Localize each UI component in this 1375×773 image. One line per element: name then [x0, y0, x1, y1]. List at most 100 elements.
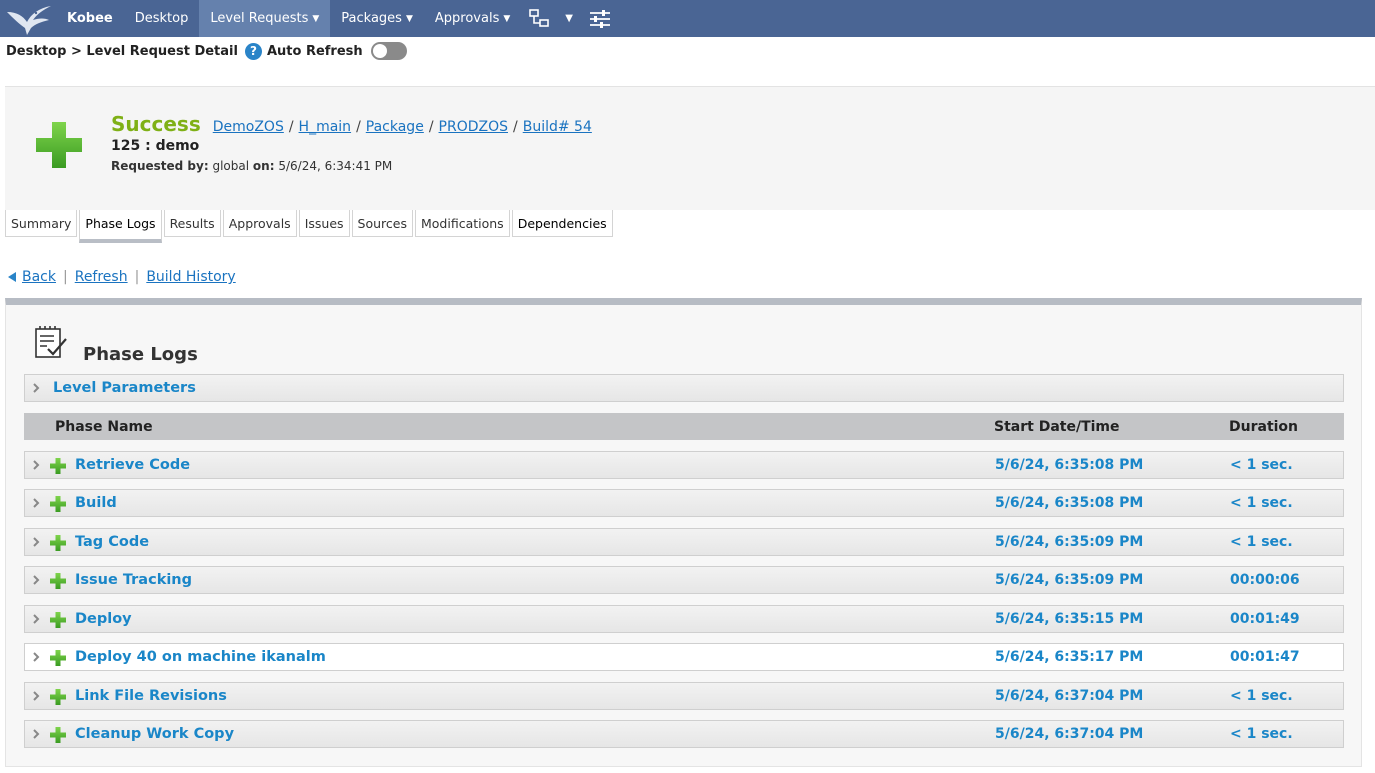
section-title: Phase Logs [83, 344, 198, 365]
phase-name[interactable]: Retrieve Code [75, 457, 190, 473]
phase-row[interactable]: Link File Revisions 5/6/24, 6:37:04 PM < 1… [24, 682, 1344, 710]
link-separator: | [63, 269, 68, 285]
refresh-link[interactable]: Refresh [75, 269, 128, 285]
success-plus-icon [50, 689, 66, 705]
success-plus-icon [36, 122, 82, 168]
tab-summary[interactable]: Summary [5, 210, 78, 237]
success-plus-icon [50, 458, 66, 474]
tab-modifications[interactable]: Modifications [414, 210, 510, 237]
success-plus-icon [50, 727, 66, 743]
chevron-right-icon[interactable] [31, 575, 41, 585]
top-navigation-bar: Kobee Desktop Level Requests ▼ Packages ▼ … [0, 0, 1375, 37]
breadcrumb: Desktop > Level Request Detail ? Auto Re… [6, 41, 407, 61]
phase-row[interactable]: Tag Code 5/6/24, 6:35:09 PM < 1 sec. [24, 528, 1344, 556]
phase-name[interactable]: Deploy [75, 611, 132, 627]
help-icon[interactable]: ? [244, 42, 262, 60]
auto-refresh-toggle[interactable] [370, 42, 407, 60]
auto-refresh-label: Auto Refresh [266, 43, 363, 59]
path-separator: / [288, 119, 294, 135]
phase-start: 5/6/24, 6:37:04 PM [995, 688, 1144, 704]
tab-dependencies[interactable]: Dependencies [511, 210, 613, 237]
phase-name[interactable]: Cleanup Work Copy [75, 726, 234, 742]
phase-name[interactable]: Build [75, 495, 117, 511]
phase-duration: 00:01:47 [1230, 649, 1300, 665]
success-plus-icon [50, 496, 66, 512]
caret-down-icon: ▼ [405, 13, 413, 24]
request-path: DemoZOS / H_main / Package / PRODZOS / Build# 54 [213, 116, 592, 135]
nav-item-desktop[interactable]: Desktop [124, 0, 200, 37]
breadcrumb-text[interactable]: Desktop > Level Request Detail [6, 44, 238, 59]
level-parameters-row[interactable]: Level Parameters [24, 374, 1344, 402]
nav-item-label: Level Requests [210, 11, 309, 26]
caret-down-icon: ▼ [503, 13, 511, 24]
chevron-right-icon[interactable] [31, 614, 41, 624]
phase-start: 5/6/24, 6:35:09 PM [995, 534, 1144, 550]
phase-row[interactable]: Issue Tracking 5/6/24, 6:35:09 PM 00:00:06 [24, 566, 1344, 594]
phase-duration: 00:00:06 [1230, 572, 1300, 588]
column-header-start: Start Date/Time [994, 418, 1120, 435]
nav-brand-kobee[interactable]: Kobee [58, 0, 124, 37]
kobee-bird-logo-icon[interactable] [0, 0, 58, 37]
chevron-right-icon[interactable] [31, 729, 41, 739]
phase-name[interactable]: Link File Revisions [75, 688, 227, 704]
chevron-right-icon[interactable] [31, 460, 41, 470]
nav-item-level-requests[interactable]: Level Requests ▼ [199, 0, 331, 37]
path-link-build[interactable]: Build# 54 [523, 119, 592, 135]
chevron-right-icon[interactable] [31, 691, 41, 701]
success-plus-icon [50, 650, 66, 666]
phase-logs-panel: Phase Logs Level Parameters Phase Name S… [5, 298, 1362, 767]
dropdown-caret-icon[interactable]: ▼ [557, 0, 581, 37]
success-plus-icon [50, 573, 66, 589]
back-arrow-icon[interactable] [8, 272, 16, 282]
requested-on-label: on: [252, 159, 275, 173]
path-link-project[interactable]: DemoZOS [213, 119, 284, 135]
path-link-stream[interactable]: H_main [299, 119, 352, 135]
chevron-right-icon[interactable] [31, 652, 41, 662]
back-link[interactable]: Back [22, 269, 56, 285]
phase-row[interactable]: Cleanup Work Copy 5/6/24, 6:37:04 PM < 1 s… [24, 720, 1344, 748]
build-history-link[interactable]: Build History [146, 269, 235, 285]
level-parameters-label: Level Parameters [53, 380, 196, 396]
path-link-level[interactable]: PRODZOS [439, 119, 508, 135]
hierarchy-icon[interactable] [521, 0, 557, 37]
path-separator: / [356, 119, 361, 135]
sliders-icon[interactable] [581, 0, 619, 37]
phase-duration: 00:01:49 [1230, 611, 1300, 627]
column-header-duration: Duration [1229, 418, 1299, 435]
chevron-right-icon [33, 383, 40, 393]
tab-issues[interactable]: Issues [298, 210, 350, 237]
nav-item-approvals[interactable]: Approvals ▼ [424, 0, 521, 37]
phase-name[interactable]: Tag Code [75, 534, 149, 550]
phase-start: 5/6/24, 6:35:09 PM [995, 572, 1144, 588]
tab-results[interactable]: Results [163, 210, 221, 237]
nav-item-label: Approvals [434, 11, 500, 26]
path-link-package[interactable]: Package [366, 119, 424, 135]
link-separator: | [134, 269, 140, 285]
phase-row[interactable]: Build 5/6/24, 6:35:08 PM < 1 sec. [24, 489, 1344, 517]
phase-start: 5/6/24, 6:35:08 PM [995, 457, 1144, 473]
phase-start: 5/6/24, 6:37:04 PM [995, 726, 1144, 742]
tab-sources[interactable]: Sources [351, 210, 413, 237]
phase-name[interactable]: Deploy 40 on machine ikanalm [75, 649, 326, 665]
tab-phase-logs[interactable]: Phase Logs [79, 210, 162, 243]
nav-item-packages[interactable]: Packages ▼ [330, 0, 424, 37]
phase-table-header: Phase Name Start Date/Time Duration [24, 413, 1344, 440]
phase-row[interactable]: Retrieve Code 5/6/24, 6:35:08 PM < 1 sec. [24, 451, 1344, 479]
tab-approvals[interactable]: Approvals [222, 210, 297, 237]
phase-name[interactable]: Issue Tracking [75, 572, 192, 588]
phase-start: 5/6/24, 6:35:08 PM [995, 495, 1144, 511]
success-plus-icon [50, 612, 66, 628]
detail-tabs: Summary Phase Logs Results Approvals Iss… [5, 210, 615, 243]
phase-row[interactable]: Deploy 40 on machine ikanalm 5/6/24, 6:35… [24, 643, 1344, 671]
request-name: 125 : demo [111, 138, 200, 154]
chevron-right-icon[interactable] [31, 498, 41, 508]
phase-start: 5/6/24, 6:35:17 PM [995, 649, 1144, 665]
phase-duration: < 1 sec. [1230, 534, 1293, 550]
nav-item-label: Desktop [134, 11, 189, 26]
path-separator: / [513, 119, 518, 135]
chevron-right-icon[interactable] [31, 537, 41, 547]
column-header-phase-name: Phase Name [55, 418, 153, 435]
phase-row[interactable]: Deploy 5/6/24, 6:35:15 PM 00:01:49 [24, 605, 1344, 633]
requested-by-label: Requested by: [111, 159, 209, 173]
nav-item-label: Packages [341, 11, 402, 26]
